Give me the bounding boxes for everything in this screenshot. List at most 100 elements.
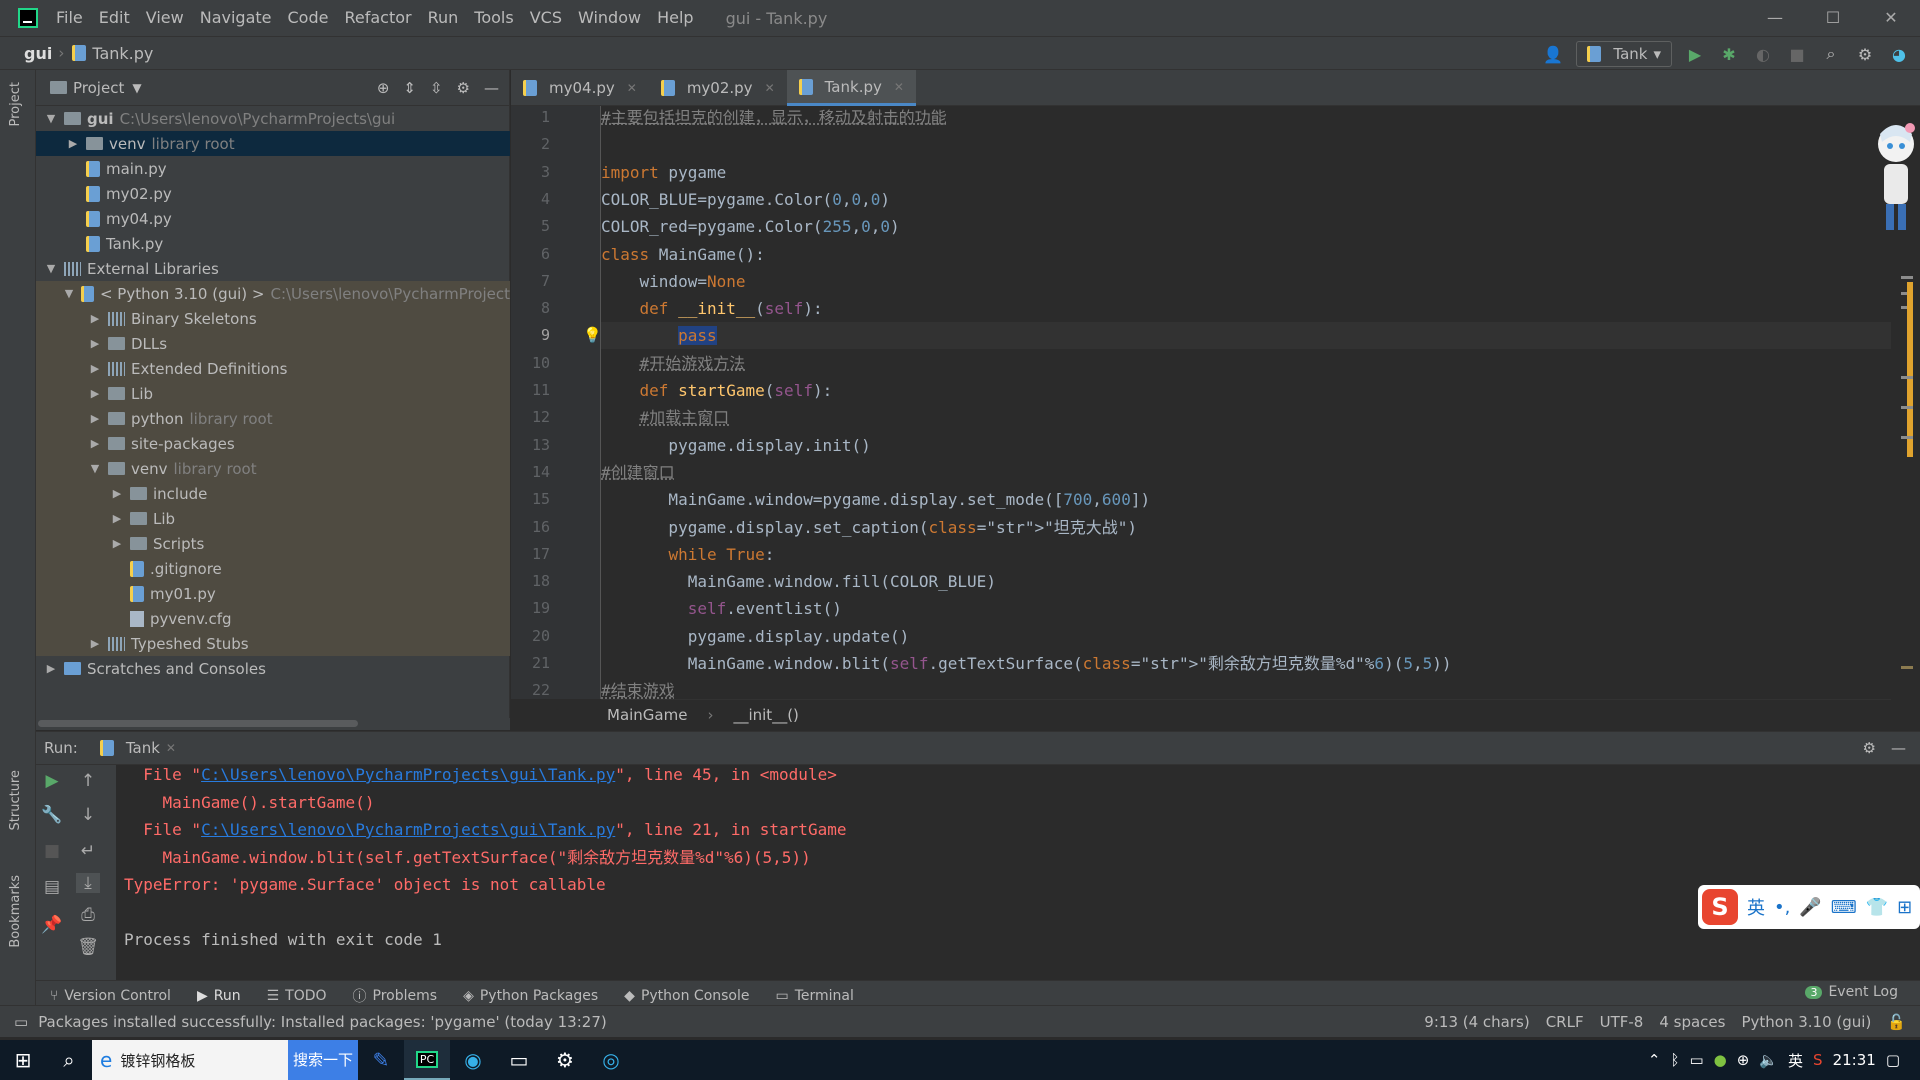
tab-my04-py[interactable]: my04.py ✕	[511, 70, 649, 106]
event-log-button[interactable]: 3 Event Log	[1805, 984, 1898, 1000]
tree-item[interactable]: ▶ DLLs	[36, 331, 510, 356]
soft-wrap-icon[interactable]: ↵	[76, 841, 100, 861]
code-editor[interactable]: #主要包括坦克的创建，显示，移动及射击的功能 import pygame COLOR…	[601, 106, 1891, 699]
clock[interactable]: 21:31	[1833, 1051, 1876, 1069]
tree-item[interactable]: Tank.py	[36, 231, 510, 256]
trash-icon[interactable]: 🗑	[76, 937, 100, 957]
project-scrollbar[interactable]	[36, 718, 510, 730]
code-line[interactable]: MainGame.window.blit(self.getTextSurface…	[601, 650, 1891, 677]
close-button[interactable]: ✕	[1862, 0, 1920, 36]
debug-icon[interactable]: ✱	[1718, 45, 1740, 64]
terminal-icon[interactable]: ▭	[496, 1040, 542, 1080]
menu-help[interactable]: Help	[649, 0, 701, 36]
chevron-down-icon[interactable]: ▼	[63, 287, 75, 300]
tree-item[interactable]: ▶ Typeshed Stubs	[36, 631, 510, 656]
tray-ime[interactable]: 英	[1788, 1050, 1803, 1071]
layout-icon[interactable]: ▤	[40, 877, 64, 897]
code-line[interactable]: self.eventlist()	[601, 595, 1891, 622]
tray-expand-icon[interactable]: ⌃	[1648, 1051, 1661, 1069]
code-line[interactable]: COLOR_red=pygame.Color(255,0,0)	[601, 213, 1891, 240]
battery-icon[interactable]: ▭	[1689, 1051, 1703, 1069]
menu-view[interactable]: View	[138, 0, 192, 36]
code-line[interactable]: window=None	[601, 268, 1891, 295]
stop-icon[interactable]: ■	[1786, 45, 1808, 64]
file-link[interactable]: C:\Users\lenovo\PycharmProjects\gui\Tank…	[201, 820, 615, 839]
tree-item[interactable]: my01.py	[36, 581, 510, 606]
ide-update-icon[interactable]: ◕	[1888, 45, 1910, 64]
tree-item[interactable]: ▶ Binary Skeletons	[36, 306, 510, 331]
chevron-down-icon[interactable]: ▼	[44, 262, 58, 275]
settings-icon[interactable]: ⚙	[542, 1040, 588, 1080]
indent-setting[interactable]: 4 spaces	[1659, 1013, 1725, 1031]
chevron-down-icon[interactable]: ▼	[44, 112, 58, 125]
ime-language[interactable]: 英	[1747, 894, 1765, 920]
tree-item[interactable]: ▼ venv library root	[36, 456, 510, 481]
wrench-icon[interactable]: 🔧	[40, 805, 64, 825]
code-line[interactable]: class MainGame():	[601, 241, 1891, 268]
bottom-tab-run[interactable]: ▶ Run	[197, 988, 241, 1004]
chevron-right-icon[interactable]: ▶	[88, 312, 102, 325]
chevron-right-icon[interactable]: ▶	[44, 662, 58, 675]
run-icon[interactable]: ▶	[1684, 45, 1706, 64]
chevron-down-icon[interactable]: ▼	[88, 462, 102, 475]
tree-item[interactable]: ▶ venv library root	[36, 131, 510, 156]
menu-tools[interactable]: Tools	[466, 0, 521, 36]
chevron-right-icon[interactable]: ▶	[88, 437, 102, 450]
pycharm-taskbar-icon[interactable]: PC	[404, 1040, 450, 1080]
tree-item[interactable]: ▼ gui C:\Users\lenovo\PycharmProjects\gui	[36, 106, 510, 131]
code-line[interactable]: #主要包括坦克的创建，显示，移动及射击的功能	[601, 106, 1891, 131]
close-icon[interactable]: ✕	[894, 80, 904, 94]
run-config-select[interactable]: Tank ▾	[1576, 41, 1672, 67]
structure-tool-tab[interactable]: Structure	[8, 770, 23, 830]
menu-vcs[interactable]: VCS	[522, 0, 570, 36]
chevron-right-icon[interactable]: ▶	[110, 512, 124, 525]
bottom-tab-version-control[interactable]: ⑂ Version Control	[50, 988, 171, 1004]
bluetooth-icon[interactable]: ᛒ	[1670, 1051, 1679, 1069]
code-line[interactable]: #创建窗口	[601, 459, 1891, 486]
menu-edit[interactable]: Edit	[91, 0, 138, 36]
code-line[interactable]: #结束游戏	[601, 677, 1891, 699]
menu-file[interactable]: File	[48, 0, 91, 36]
caret-position[interactable]: 9:13 (4 chars)	[1424, 1013, 1529, 1031]
punctuation-icon[interactable]: •,	[1774, 897, 1790, 918]
bottom-tab-terminal[interactable]: ▭ Terminal	[776, 988, 854, 1004]
chevron-right-icon[interactable]: ▶	[88, 387, 102, 400]
bottom-tab-problems[interactable]: ⓘ Problems	[353, 986, 438, 1006]
code-line[interactable]: pass	[601, 322, 1891, 350]
chevron-right-icon[interactable]: ▶	[88, 362, 102, 375]
gear-icon[interactable]: ⚙	[457, 79, 470, 97]
tree-item[interactable]: ▶ Lib	[36, 506, 510, 531]
scroll-to-end-icon[interactable]: ⤓	[76, 873, 100, 893]
file-link[interactable]: C:\Users\lenovo\PycharmProjects\gui\Tank…	[201, 765, 615, 784]
hide-icon[interactable]: —	[1891, 739, 1906, 757]
tab-my02-py[interactable]: my02.py ✕	[649, 70, 787, 106]
toolbox-icon[interactable]: ⊞	[1897, 897, 1912, 918]
close-icon[interactable]: ✕	[627, 81, 637, 95]
status-message[interactable]: Packages installed successfully: Install…	[38, 1013, 607, 1031]
code-line[interactable]: pygame.display.init()	[601, 432, 1891, 459]
tree-item[interactable]: ▼ < Python 3.10 (gui) > C:\Users\lenovo\Py…	[36, 281, 510, 306]
bookmarks-tool-tab[interactable]: Bookmarks	[8, 875, 23, 948]
tree-item[interactable]: ▶ Scratches and Consoles	[36, 656, 510, 681]
microphone-icon[interactable]: 🎤	[1799, 897, 1821, 918]
line-separator[interactable]: CRLF	[1546, 1013, 1584, 1031]
run-tab[interactable]: Tank ✕	[99, 739, 176, 757]
bottom-tab-python-console[interactable]: ◆ Python Console	[624, 988, 749, 1004]
bottom-tab-todo[interactable]: ☰ TODO	[267, 988, 327, 1004]
tree-item[interactable]: ▶ include	[36, 481, 510, 506]
user-icon[interactable]: 👤	[1542, 45, 1564, 64]
breadcrumb-file[interactable]: Tank.py	[92, 44, 153, 63]
lightbulb-icon[interactable]: 💡	[583, 326, 602, 344]
taskbar-search-input[interactable]: e 镀锌钢格板	[92, 1040, 288, 1080]
lock-icon[interactable]: 🔓	[1887, 1013, 1906, 1031]
locate-icon[interactable]: ⊕	[377, 79, 390, 97]
chevron-right-icon[interactable]: ▶	[88, 637, 102, 650]
browser-taskbar-icon[interactable]: ◎	[588, 1040, 634, 1080]
close-icon[interactable]: ✕	[765, 81, 775, 95]
hide-icon[interactable]: —	[484, 79, 499, 97]
edge-icon[interactable]: ◉	[450, 1040, 496, 1080]
code-line[interactable]: import pygame	[601, 159, 1891, 186]
menu-refactor[interactable]: Refactor	[336, 0, 419, 36]
tree-item[interactable]: pyvenv.cfg	[36, 606, 510, 631]
code-line[interactable]: def __init__(self):	[601, 295, 1891, 322]
